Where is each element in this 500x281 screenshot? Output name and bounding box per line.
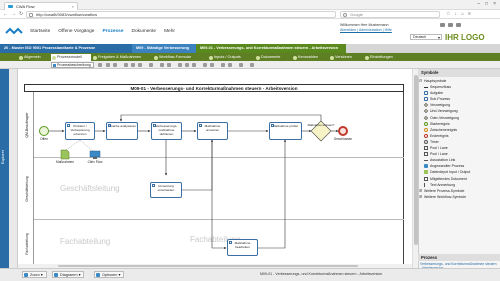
zoom-icon [24, 273, 28, 277]
task-label: Ursache analysieren [107, 124, 137, 128]
document-icon [424, 176, 428, 181]
symbol-item[interactable]: ⊞ Weitere Workflow-Symbole [418, 194, 498, 200]
symbol-label: Sub-Prozess [430, 97, 451, 102]
task-label: Maßnahme bearbeiten [234, 241, 251, 249]
end-event-label: Geschlossen [333, 137, 353, 141]
symbols-header[interactable]: Symbole [418, 69, 500, 77]
symbol-label: Sequenzfluss [430, 85, 452, 90]
start-event[interactable] [39, 126, 49, 136]
task-ursache-analysieren[interactable]: Ursache analysieren [106, 122, 138, 140]
options-button[interactable]: Optionen ▾ [94, 271, 125, 278]
data-icon [424, 170, 428, 175]
options-icon [96, 273, 100, 277]
plus-icon: ⊞ [419, 187, 423, 193]
end-event[interactable] [338, 126, 348, 136]
user-task-icon [199, 124, 202, 127]
diagram-icon [54, 273, 58, 277]
data-object-icon[interactable] [60, 149, 70, 160]
pool-vertical-icon [424, 152, 428, 157]
user-task-icon [67, 124, 70, 127]
user-task-icon [152, 184, 155, 187]
bottom-bar: Zoom ▾ Diagramm ▾ Optionen ▾ [0, 268, 500, 281]
minus-icon: ⊟ [419, 78, 423, 83]
task-umsetzung-entscheiden[interactable]: Umsetzung entscheiden [150, 182, 182, 198]
gateway-icon [423, 103, 429, 108]
pool-icon [424, 146, 428, 151]
symbol-label: Pool / Lane [430, 152, 448, 157]
process-icon [424, 164, 428, 169]
task-label: Problem / Verbesserung erkennen [70, 124, 90, 136]
task-icon [424, 91, 428, 96]
task-massnahme-bearbeiten[interactable]: Maßnahme bearbeiten [227, 239, 258, 256]
zoom-label: Zoom [30, 273, 40, 277]
symbol-label: Timer [430, 139, 439, 144]
start-event-label: Offen [40, 137, 48, 141]
text-icon [424, 182, 428, 187]
zoom-button[interactable]: Zoom ▾ [22, 271, 47, 278]
symbol-label: Startereignis [430, 121, 450, 126]
timer-icon [424, 139, 428, 144]
symbol-label: Text Anmerkung [430, 182, 456, 187]
symbol-label: Hauptsymbole [424, 79, 447, 83]
intermediate-event-icon [424, 127, 428, 132]
artifact-label-massnahmen: Maßnahmen [56, 160, 74, 164]
symbol-label: Zwischenereignis [430, 127, 458, 132]
symbol-label: Datendepot Input / Output [430, 170, 471, 175]
symbol-label: Aufgabe [430, 91, 444, 96]
symbol-label: Weitere Prozess-Symbole [424, 188, 465, 193]
process-header[interactable]: Prozess [418, 254, 500, 261]
task-label: Maßnahme prüfen [272, 124, 299, 128]
options-label: Optionen [102, 273, 118, 277]
symbol-label: Weitere Workflow-Symbole [424, 194, 467, 199]
subprocess-icon [424, 97, 428, 102]
task-label: Verbesserungs-maßnahme definieren [155, 124, 178, 136]
symbol-label: Und-Verzweigung [430, 109, 458, 114]
scroll-thumb[interactable] [58, 265, 358, 267]
task-massnahme-definieren[interactable]: Verbesserungs-maßnahme definieren [151, 122, 182, 140]
user-task-icon [229, 241, 232, 244]
status-text: M09-01 - Verbesserungs- und Korrekturmaß… [260, 272, 383, 276]
symbol-label: Oder-Verzweigung [430, 115, 459, 120]
symbol-label: Angewandter Prozess [430, 164, 465, 169]
gateway-label: Maßnahme wirksam? [307, 123, 335, 127]
task-problem-erkennen[interactable]: Problem / Verbesserung erkennen [65, 122, 95, 140]
or-gateway-icon [423, 115, 429, 120]
symbol-label: Verzweigung [430, 103, 451, 108]
plus-icon: ⊞ [419, 193, 423, 199]
end-event-icon [424, 133, 428, 138]
link-icon [424, 160, 428, 162]
user-task-icon [153, 124, 156, 127]
symbol-label: Assoziation Link [430, 158, 456, 163]
task-massnahme-umsetzen[interactable]: Maßnahme umsetzen [197, 122, 228, 140]
arrow-icon [424, 87, 428, 89]
diagram-button[interactable]: Diagramm ▾ [52, 271, 85, 278]
user-task-icon [271, 124, 274, 127]
artifact-label-citrix: Citrix Flow [87, 160, 103, 164]
computer-icon[interactable] [89, 150, 101, 160]
and-gateway-icon [423, 109, 429, 114]
task-label: Maßnahme umsetzen [204, 124, 221, 132]
symbol-label: Pool / Lane [430, 146, 448, 151]
symbol-list: ⊟ Hauptsymbole Sequenzfluss Aufgabe Sub-Proz… [418, 78, 498, 200]
task-label: Umsetzung entscheiden [157, 184, 175, 192]
user-task-icon [108, 124, 111, 127]
start-event-icon [424, 121, 428, 126]
symbol-label: Endereignis [430, 133, 449, 138]
diagram-label: Diagramm [60, 273, 78, 277]
symbol-label: Mitgeltendes Dokument [430, 176, 467, 181]
task-massnahme-pruefen[interactable]: Maßnahme prüfen [269, 122, 302, 140]
